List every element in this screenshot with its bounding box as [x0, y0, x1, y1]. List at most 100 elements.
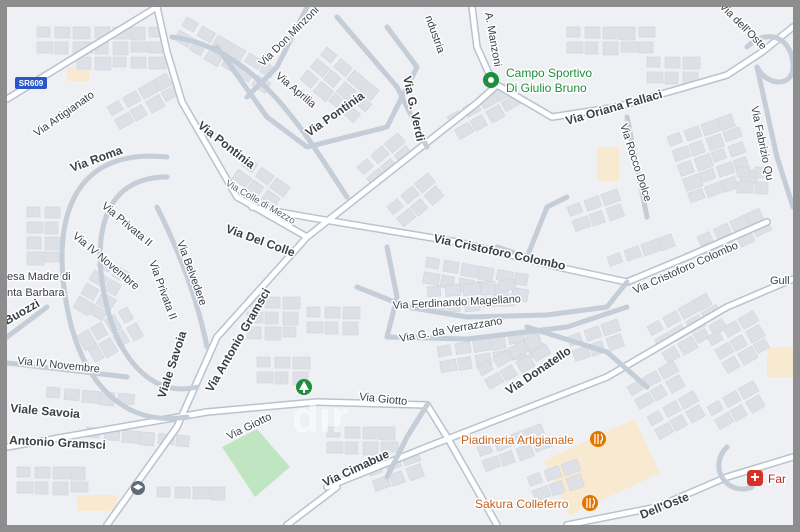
building — [602, 26, 621, 40]
building — [94, 56, 112, 71]
route-shield: SR609 — [15, 77, 47, 89]
building — [324, 321, 339, 335]
building — [454, 340, 472, 356]
building — [156, 486, 171, 498]
building — [148, 56, 167, 70]
building — [130, 26, 146, 41]
building — [444, 283, 462, 297]
building — [436, 344, 452, 358]
building — [584, 26, 601, 39]
building — [442, 259, 460, 274]
building — [139, 431, 156, 447]
building — [513, 272, 529, 287]
building — [282, 311, 299, 326]
building — [174, 486, 191, 499]
building — [282, 326, 297, 338]
building — [292, 356, 311, 370]
building — [130, 41, 149, 53]
building — [44, 206, 61, 219]
building — [264, 326, 282, 341]
building — [462, 282, 482, 297]
building — [36, 26, 51, 38]
building — [646, 71, 664, 84]
building — [72, 26, 91, 40]
watermark: dir — [292, 393, 348, 442]
building — [81, 389, 101, 404]
building — [26, 251, 45, 266]
building — [210, 486, 226, 501]
building — [477, 266, 495, 282]
sand-patch-4 — [77, 495, 117, 511]
building — [342, 321, 359, 336]
building — [664, 56, 681, 69]
poi-chiesa-label-1: esa Madre di — [7, 271, 71, 283]
building — [620, 26, 636, 41]
building — [326, 441, 344, 454]
building — [54, 26, 71, 39]
building — [192, 486, 211, 500]
building — [36, 41, 54, 54]
poi-farmacia-label: Far — [768, 472, 786, 486]
building — [344, 441, 359, 455]
poi-piadineria-label: Piadineria Artigianale — [461, 433, 574, 447]
building — [566, 41, 584, 54]
building — [682, 56, 701, 70]
building — [26, 236, 42, 250]
building — [34, 466, 51, 479]
building — [16, 481, 34, 494]
building — [34, 481, 49, 495]
building — [566, 26, 581, 38]
building — [16, 466, 31, 478]
building — [70, 466, 86, 481]
building — [620, 41, 639, 53]
building — [754, 181, 769, 195]
building — [736, 181, 754, 194]
building — [638, 41, 654, 54]
building — [646, 56, 661, 68]
building — [324, 306, 341, 319]
building — [256, 371, 274, 384]
building — [63, 388, 81, 402]
building — [439, 358, 458, 373]
building — [602, 41, 619, 56]
building — [498, 279, 516, 292]
building — [282, 296, 301, 310]
building — [736, 166, 751, 178]
building — [44, 251, 60, 263]
building — [380, 426, 396, 441]
map-canvas[interactable]: SR609 ndustria A. Manzoni Via dell'Oste … — [7, 7, 793, 525]
building — [306, 306, 321, 318]
poi-campo-label-2: Di Giulio Bruno — [506, 81, 587, 95]
building — [342, 306, 361, 320]
building — [54, 41, 69, 55]
building — [422, 271, 441, 286]
sand-patch-2 — [597, 147, 619, 181]
building — [456, 356, 473, 371]
building — [175, 434, 190, 448]
poi-chiesa-label-2: nta Barbara — [7, 287, 65, 299]
poi-sakura-label: Sakura Colleferro — [475, 497, 569, 511]
building — [112, 56, 127, 68]
building — [130, 56, 147, 69]
building — [45, 386, 61, 399]
building — [52, 466, 71, 480]
poi-school[interactable] — [131, 481, 145, 495]
street-label-gull: Gull — [770, 275, 790, 287]
building — [26, 221, 44, 234]
sand-patch-3 — [767, 347, 793, 377]
building — [362, 426, 381, 440]
building — [264, 311, 279, 325]
building — [70, 481, 89, 493]
route-shield-label: SR609 — [19, 79, 44, 88]
building — [274, 371, 289, 385]
building — [480, 280, 497, 296]
building — [112, 41, 129, 56]
building — [664, 71, 679, 85]
map-frame: SR609 ndustria A. Manzoni Via dell'Oste … — [0, 0, 800, 532]
building — [148, 41, 164, 54]
building — [426, 285, 442, 298]
building — [424, 256, 441, 270]
building — [306, 321, 324, 334]
building — [44, 221, 59, 235]
poi-campo-label-1: Campo Sportivo — [506, 66, 592, 80]
